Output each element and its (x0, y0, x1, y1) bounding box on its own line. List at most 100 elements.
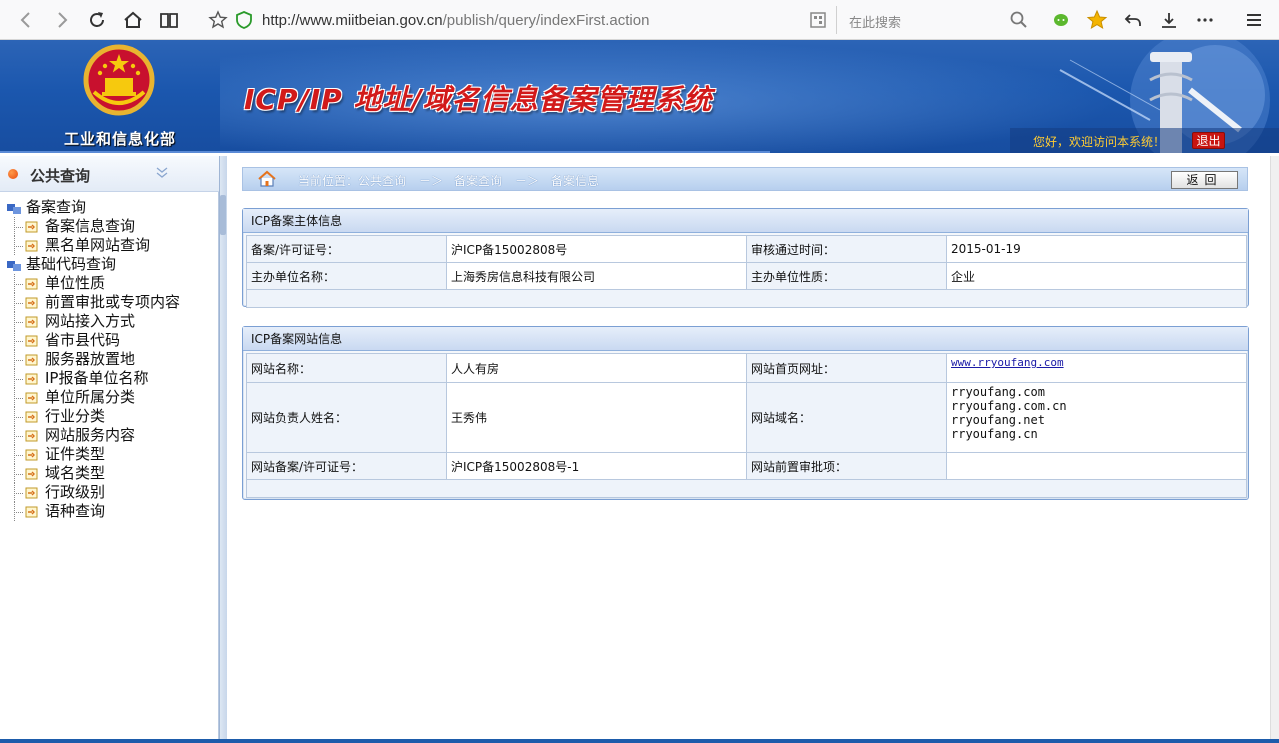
tree-guide-line (14, 341, 23, 342)
page-arrow-icon (23, 353, 39, 367)
panel-splitter[interactable] (219, 156, 227, 743)
qr-code-icon[interactable] (806, 8, 830, 32)
bookmark-star-icon[interactable] (206, 8, 230, 32)
menu-icon[interactable] (1242, 8, 1266, 32)
sidebar-item-label: 网站服务内容 (45, 426, 136, 444)
sidebar-item-label: 行政级别 (45, 483, 106, 501)
entity-info-panel: ICP备案主体信息 备案/许可证号： 沪ICP备15002808号 审核通过时间… (242, 208, 1249, 308)
more-icon[interactable] (1193, 8, 1217, 32)
sidebar-tree: 备案查询 备案信息查询 黑名单网站查询 基础代码查询 单位性质 前置审批或专项内容 网站接入… (0, 198, 219, 521)
splitter-grip[interactable] (220, 195, 226, 235)
sidebar-item[interactable]: 单位性质 (0, 274, 219, 293)
download-icon[interactable] (1157, 8, 1181, 32)
chat-icon[interactable] (1049, 8, 1073, 32)
url-text[interactable]: http://www.miitbeian.gov.cn/publish/quer… (262, 12, 649, 29)
org-type-label: 主办单位性质： (746, 262, 947, 290)
home-url-link[interactable]: www.rryoufang.com (951, 356, 1064, 369)
preapproval-label: 网站前置审批项： (746, 452, 947, 480)
approve-time-label: 审核通过时间： (746, 235, 947, 263)
back-button[interactable]: 返回 (1171, 171, 1238, 189)
sidebar-header: 公共查询 (0, 156, 219, 192)
entity-info-table: 备案/许可证号： 沪ICP备15002808号 审核通过时间： 2015-01-… (246, 235, 1247, 308)
logout-button[interactable]: 退出 (1192, 132, 1225, 149)
tree-guide-line (14, 360, 23, 361)
owner-label: 网站负责人姓名： (246, 382, 447, 453)
sidebar-item[interactable]: 前置审批或专项内容 (0, 293, 219, 312)
sidebar-item[interactable]: 单位所属分类 (0, 388, 219, 407)
table-footer-row (246, 289, 1247, 308)
site-name-value: 人人有房 (446, 353, 747, 383)
sidebar-item[interactable]: 域名类型 (0, 464, 219, 483)
search-icon[interactable] (1007, 8, 1031, 32)
forward-arrow-icon[interactable] (50, 8, 74, 32)
search-box[interactable]: 在此搜索 (836, 6, 1032, 34)
shield-icon[interactable] (232, 8, 256, 32)
page-arrow-icon (23, 486, 39, 500)
table-row: 网站备案/许可证号： 沪ICP备15002808号-1 网站前置审批项： (246, 452, 1247, 480)
sidebar-item[interactable]: 网站接入方式 (0, 312, 219, 331)
sidebar-group[interactable]: 备案查询 (0, 198, 219, 217)
page-arrow-icon (23, 391, 39, 405)
sidebar-item-label: 省市县代码 (45, 331, 121, 349)
page-arrow-icon (23, 334, 39, 348)
page-arrow-icon (23, 448, 39, 462)
site-name-label: 网站名称： (246, 353, 447, 383)
breadcrumb-separator: －＞ (515, 174, 540, 188)
system-title: ICP/IP 地址/域名信息备案管理系统 (244, 83, 713, 116)
bullet-icon (8, 169, 18, 179)
sidebar-item-label: 服务器放置地 (45, 350, 136, 368)
domain-label: 网站域名： (746, 382, 947, 453)
sidebar-item[interactable]: 服务器放置地 (0, 350, 219, 369)
vertical-scrollbar[interactable] (1270, 156, 1279, 743)
back-arrow-icon[interactable] (14, 8, 38, 32)
table-row: 备案/许可证号： 沪ICP备15002808号 审核通过时间： 2015-01-… (246, 235, 1247, 263)
license-label: 备案/许可证号： (246, 235, 447, 263)
url-path: /publish/query/indexFirst.action (442, 12, 650, 29)
breadcrumb-prefix: 当前位置：公共查询 (298, 174, 407, 188)
collapse-chevron-icon[interactable] (154, 165, 170, 181)
panel-title: ICP备案主体信息 (243, 209, 1248, 233)
license-value: 沪ICP备15002808号 (446, 235, 747, 263)
sidebar-item[interactable]: IP报备单位名称 (0, 369, 219, 388)
home-url-cell: www.rryoufang.com (946, 353, 1247, 383)
reload-icon[interactable] (85, 8, 109, 32)
tree-guide-line (14, 284, 23, 285)
home-icon[interactable] (121, 8, 145, 32)
tree-guide-line (14, 417, 23, 418)
page-arrow-icon (23, 467, 39, 481)
tree-guide-line (14, 322, 23, 323)
table-row: 网站负责人姓名： 王秀伟 网站域名： rryoufang.com rryoufa… (246, 382, 1247, 453)
panel-title: ICP备案网站信息 (243, 327, 1248, 351)
sidebar-item-label: 网站接入方式 (45, 312, 136, 330)
address-bar[interactable]: http://www.miitbeian.gov.cn/publish/quer… (200, 6, 830, 34)
preapproval-value (946, 452, 1247, 480)
sidebar-item[interactable]: 黑名单网站查询 (0, 236, 219, 255)
page-arrow-icon (23, 220, 39, 234)
undo-icon[interactable] (1121, 8, 1145, 32)
site-header: 工业和信息化部 ICP/IP 地址/域名信息备案管理系统 您好，欢迎访问本系统！… (0, 40, 1279, 153)
sidebar-item[interactable]: 行业分类 (0, 407, 219, 426)
domain-item: rryoufang.net (951, 413, 1045, 427)
sidebar-item[interactable]: 备案信息查询 (0, 217, 219, 236)
favorites-star-icon[interactable] (1085, 8, 1109, 32)
sidebar-item[interactable]: 语种查询 (0, 502, 219, 521)
table-row: 网站名称： 人人有房 网站首页网址： www.rryoufang.com (246, 353, 1247, 383)
sidebar-group-label: 基础代码查询 (26, 255, 117, 273)
page-arrow-icon (23, 296, 39, 310)
folder-icon (6, 201, 22, 215)
reader-view-icon[interactable] (157, 8, 181, 32)
sidebar-group[interactable]: 基础代码查询 (0, 255, 219, 274)
folder-icon (6, 258, 22, 272)
sidebar: 公共查询 备案查询 备案信息查询 黑名单网站查询 基础代码查询 单位性质 前置审批或专项内… (0, 156, 219, 743)
org-name-value: 上海秀房信息科技有限公司 (446, 262, 747, 290)
search-input[interactable]: 在此搜索 (849, 12, 901, 31)
sidebar-item[interactable]: 省市县代码 (0, 331, 219, 350)
breadcrumb-separator: －＞ (419, 174, 444, 188)
sidebar-item-label: 黑名单网站查询 (45, 236, 151, 254)
page-arrow-icon (23, 315, 39, 329)
sidebar-item[interactable]: 网站服务内容 (0, 426, 219, 445)
sidebar-item[interactable]: 行政级别 (0, 483, 219, 502)
bottom-edge (0, 739, 1279, 743)
tree-guide-line (14, 512, 23, 513)
sidebar-item[interactable]: 证件类型 (0, 445, 219, 464)
